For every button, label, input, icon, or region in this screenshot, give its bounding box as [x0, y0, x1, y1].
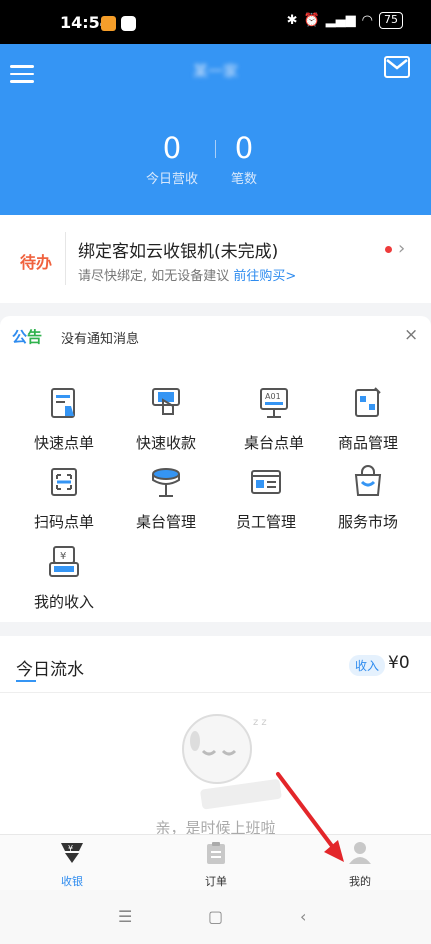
my-income-icon: ¥ [49, 546, 79, 577]
grid-item-scan-order[interactable]: 扫码点单 [14, 465, 114, 532]
today-flow-header: 今日流水 收入 ¥0 [0, 636, 431, 692]
income-amount: ¥0 [388, 653, 410, 673]
empty-state: z z 亲，是时候上班啦 [0, 692, 431, 837]
quick-order-icon [51, 388, 75, 418]
close-icon[interactable]: × [404, 325, 418, 345]
tab-label: 订单 [205, 875, 227, 888]
divider [215, 140, 216, 158]
order-count-label: 笔数 [230, 172, 257, 187]
bluetooth-icon: ✱ [286, 13, 298, 28]
grid-item-quick-payment[interactable]: 快速收款 [116, 386, 216, 453]
todo-subtitle: 请尽快绑定, 如无设备建议 前往购买> [78, 265, 296, 284]
status-icons: ✱ ⏰ ▂▄▆ ◠ 75 [287, 12, 403, 29]
grid-label: 桌台点单 [243, 434, 304, 452]
service-market-icon [354, 465, 382, 496]
qq-icon [121, 16, 136, 31]
grid-item-service-market[interactable]: 服务市场 [318, 465, 418, 532]
table-order-icon: A01 [260, 388, 288, 418]
system-nav-bar: ☰ ▢ ‹ [0, 890, 431, 944]
grid-item-table-order[interactable]: A01 桌台点单 [224, 386, 324, 453]
today-revenue[interactable]: 0 今日营收 [140, 132, 204, 187]
table-management-icon [152, 468, 180, 497]
tab-orders[interactable]: 订单 [176, 841, 256, 889]
grid-label: 桌台管理 [135, 513, 196, 531]
grid-label: 员工管理 [235, 513, 296, 531]
todo-subtitle-text: 请尽快绑定, 如无设备建议 [78, 269, 230, 284]
scan-order-icon [51, 468, 77, 496]
wifi-icon: ◠ [361, 13, 373, 28]
svg-text:z z: z z [253, 717, 267, 728]
svg-text:A01: A01 [265, 392, 281, 401]
menu-icon[interactable]: ☰ [118, 907, 132, 926]
today-revenue-label: 今日营收 [145, 172, 198, 187]
todo-title: 绑定客如云收银机(未完成) [78, 242, 279, 262]
order-count-value: 0 [234, 131, 254, 165]
todo-badge: 待办 [20, 253, 53, 272]
unread-dot [385, 246, 392, 253]
notification-app-icon [101, 16, 116, 31]
tab-cashier[interactable]: ¥ 收银 [32, 841, 112, 889]
header: 某一家 0 今日营收 0 笔数 [0, 44, 431, 215]
income-tag: 收入 [349, 655, 386, 676]
chevron-right-icon[interactable]: › [398, 238, 405, 259]
battery-icon: 75 [379, 12, 403, 29]
grid-item-product-management[interactable]: 商品管理 [318, 386, 418, 453]
alarm-icon: ⏰ [303, 13, 320, 28]
grid-label: 服务市场 [337, 513, 398, 531]
grid-label: 我的收入 [33, 593, 94, 611]
grid-item-quick-order[interactable]: 快速点单 [14, 386, 114, 453]
tab-label: 我的 [349, 875, 371, 888]
order-count[interactable]: 0 笔数 [226, 132, 262, 187]
function-grid: 快速点单 快速收款 A01 桌台点单 商品管理 扫码点单 桌台管理 员工管理 服 [0, 355, 431, 622]
product-management-icon [355, 387, 381, 417]
today-revenue-value: 0 [162, 131, 182, 165]
svg-text:¥: ¥ [60, 551, 66, 562]
tab-bar: ¥ 收银 订单 我的 [0, 834, 431, 890]
grid-item-table-management[interactable]: 桌台管理 [116, 465, 216, 532]
order-icon [207, 842, 225, 864]
buy-link[interactable]: 前往购买> [233, 269, 296, 284]
svg-text:¥: ¥ [68, 844, 73, 853]
grid-item-my-income[interactable]: ¥ 我的收入 [14, 545, 114, 612]
notice-tag: 公告 [12, 326, 42, 347]
back-icon[interactable]: ‹ [300, 907, 306, 926]
grid-label: 快速收款 [135, 434, 196, 452]
signal-icon: ▂▄▆ [325, 13, 356, 28]
profile-icon [349, 842, 371, 864]
grid-label: 快速点单 [33, 434, 94, 452]
grid-label: 商品管理 [337, 434, 398, 452]
home-icon[interactable]: ▢ [208, 907, 223, 926]
todo-card[interactable]: 待办 绑定客如云收银机(未完成) 请尽快绑定, 如无设备建议 前往购买> › [0, 215, 431, 303]
grid-item-staff-management[interactable]: 员工管理 [216, 465, 316, 532]
divider [65, 232, 66, 285]
notice-bar: 公告 没有通知消息 × [0, 316, 431, 355]
status-bar: 14:54 ✱ ⏰ ▂▄▆ ◠ 75 [0, 0, 431, 44]
tab-profile[interactable]: 我的 [320, 841, 400, 889]
sleeping-mascot-icon: z z [182, 714, 282, 810]
cashier-icon: ¥ [61, 843, 83, 863]
notice-tag-left: 公 [12, 328, 28, 346]
notice-tag-right: 告 [27, 328, 43, 346]
quick-payment-icon [152, 388, 180, 415]
mail-icon[interactable] [384, 56, 410, 78]
title-underline [16, 680, 36, 682]
flow-title: 今日流水 [16, 660, 84, 680]
tab-label: 收银 [61, 875, 83, 888]
app-screen: { "status_bar": { "time": "14:54", "batt… [0, 0, 431, 944]
grid-label: 扫码点单 [33, 513, 94, 531]
shop-name: 某一家 [192, 62, 238, 80]
staff-management-icon [251, 470, 281, 494]
notice-text: 没有通知消息 [61, 332, 140, 347]
